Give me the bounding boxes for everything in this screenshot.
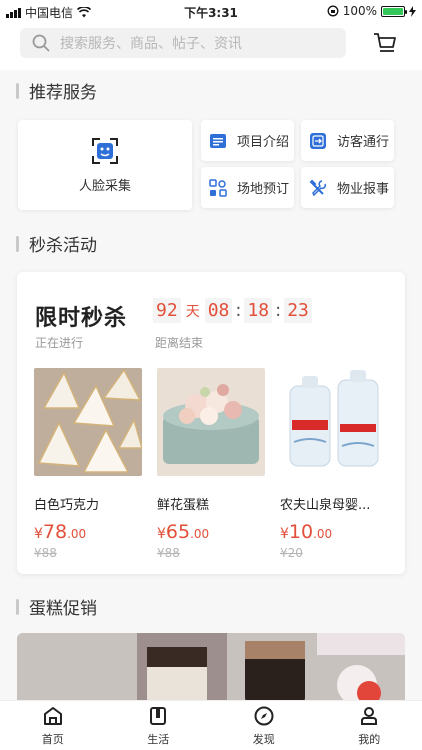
service-label: 访客通行 [337, 135, 390, 150]
tab-label: 首页 [41, 732, 64, 746]
product-card[interactable]: 白色巧克力 ¥78.00 ¥88 [34, 368, 142, 560]
product-original-price: ¥88 [157, 546, 180, 560]
countdown-hours: 08 [204, 298, 233, 323]
product-price: ¥65.00 [157, 521, 210, 543]
product-image-flower-cake [157, 368, 265, 476]
countdown-label: 距离结束 [155, 336, 204, 350]
venue-icon [209, 178, 227, 197]
status-bar: 中国电信 下午3:31 100% [0, 0, 422, 22]
service-label: 场地预订 [237, 182, 290, 197]
battery-icon [381, 5, 407, 17]
section-divider [16, 598, 19, 615]
cake-promo-banner[interactable] [17, 633, 405, 703]
product-name: 农夫山泉母婴... [280, 498, 371, 513]
search-placeholder: 搜索服务、商品、帖子、资讯 [60, 36, 242, 52]
service-project-intro[interactable]: 项目介绍 [201, 120, 294, 161]
tab-home[interactable]: 首页 [0, 701, 106, 750]
battery-percent: 100% [342, 4, 377, 18]
tab-life[interactable]: 生活 [106, 701, 212, 750]
tab-label: 我的 [358, 732, 381, 746]
flash-sale-section-title: 秒杀活动 [16, 231, 97, 256]
service-label: 物业报事 [337, 182, 390, 197]
repair-icon [309, 179, 327, 196]
sale-status: 正在进行 [35, 336, 84, 350]
countdown-colon: : [275, 300, 282, 321]
tab-label: 生活 [147, 732, 170, 746]
cart-icon[interactable] [372, 30, 398, 56]
recommended-section-title: 推荐服务 [16, 78, 97, 103]
tab-discover[interactable]: 发现 [211, 701, 317, 750]
product-card[interactable]: 鲜花蛋糕 ¥65.00 ¥88 [157, 368, 265, 560]
countdown-seconds: 23 [284, 298, 312, 323]
rotation-lock-icon [327, 5, 339, 17]
product-card[interactable]: 农夫山泉母婴... ¥10.00 ¥20 [280, 368, 388, 560]
tab-label: 发现 [252, 732, 275, 746]
product-image-water-bottles [280, 368, 388, 476]
service-property-report[interactable]: 物业报事 [301, 167, 394, 208]
product-original-price: ¥88 [34, 546, 57, 560]
product-price: ¥10.00 [280, 521, 333, 543]
product-name: 白色巧克力 [34, 498, 100, 513]
life-icon [150, 706, 167, 725]
section-divider [16, 235, 19, 252]
discover-icon [254, 706, 274, 725]
search-header: 搜索服务、商品、帖子、资讯 [0, 22, 422, 70]
countdown-day-unit: 天 [185, 303, 200, 320]
product-price: ¥78.00 [34, 521, 87, 543]
face-scan-icon [92, 137, 118, 164]
face-capture-label: 人脸采集 [78, 178, 131, 194]
tab-profile[interactable]: 我的 [317, 701, 422, 750]
service-visitor-pass[interactable]: 访客通行 [301, 120, 394, 161]
charging-icon [409, 5, 416, 17]
service-venue-booking[interactable]: 场地预订 [201, 167, 294, 208]
home-icon [43, 706, 62, 725]
search-icon [32, 34, 50, 52]
product-image-white-chocolate [34, 368, 142, 476]
product-original-price: ¥20 [280, 546, 303, 560]
profile-icon [361, 706, 378, 725]
cake-promo-section-title: 蛋糕促销 [16, 594, 97, 619]
project-icon [210, 133, 226, 148]
flash-sale-card: 限时秒杀 92 天 08 : 18 : 23 正在进行 距离结束 白色巧克力 ¥… [17, 272, 405, 574]
visitor-icon [310, 132, 326, 149]
face-capture-card[interactable]: 人脸采集 [18, 120, 192, 210]
section-divider [16, 82, 19, 99]
search-input[interactable]: 搜索服务、商品、帖子、资讯 [20, 28, 346, 58]
service-label: 项目介绍 [237, 135, 290, 150]
countdown-minutes: 18 [244, 298, 273, 323]
product-name: 鲜花蛋糕 [157, 498, 210, 513]
countdown-colon: : [235, 300, 242, 321]
countdown-timer: 92 天 08 : 18 : 23 [153, 298, 312, 323]
countdown-days: 92 [153, 298, 181, 323]
bottom-tab-bar: 首页 生活 发现 我的 [0, 700, 422, 750]
flash-sale-title: 限时秒杀 [35, 306, 128, 331]
